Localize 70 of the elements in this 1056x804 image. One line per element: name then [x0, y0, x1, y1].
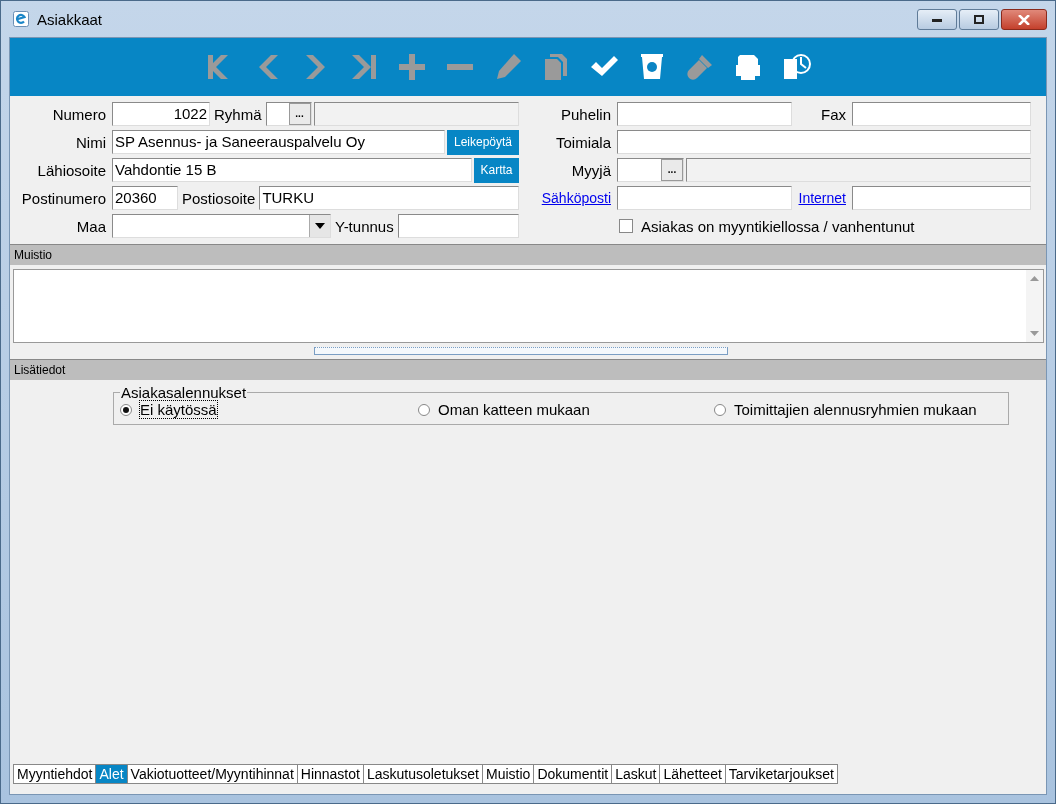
- radio-button[interactable]: [714, 403, 726, 416]
- tab[interactable]: Lähetteet: [660, 764, 726, 784]
- checkbox-label: Asiakas on myyntikiellossa / vanhentunut: [641, 217, 915, 235]
- readonly-field[interactable]: [313, 102, 519, 126]
- checkbox[interactable]: [619, 219, 633, 233]
- readonly-field[interactable]: [686, 158, 1031, 182]
- tab[interactable]: Hinnastot: [297, 764, 364, 784]
- field-label: Nimi: [75, 133, 107, 151]
- maximize-icon: [974, 15, 984, 24]
- radio-button[interactable]: [120, 403, 132, 416]
- section-header: Lisätiedot: [10, 359, 1046, 380]
- tab[interactable]: Vakiotuotteet/Myyntihinnat: [127, 764, 298, 784]
- maximize-button[interactable]: [959, 9, 999, 30]
- dropdown-field[interactable]: [112, 214, 331, 238]
- field-label: Postinumero: [20, 189, 107, 207]
- tab[interactable]: Laskut: [612, 764, 661, 784]
- minimize-icon: [932, 17, 942, 22]
- tab[interactable]: Laskutusoletukset: [363, 764, 483, 784]
- minus-icon: [447, 64, 473, 70]
- input-field[interactable]: Vahdontie 15 B: [112, 158, 472, 182]
- close-button[interactable]: [1001, 9, 1047, 30]
- input-field[interactable]: ...: [265, 102, 312, 126]
- field-label: Lähiosoite: [36, 161, 107, 179]
- section-header: Muistio: [10, 244, 1046, 265]
- radio-label: Oman katteen mukaan: [438, 401, 590, 418]
- input-field[interactable]: 1022: [112, 102, 210, 126]
- input-field[interactable]: 20360: [112, 186, 178, 210]
- field-label: Myyjä: [570, 161, 612, 179]
- input-field[interactable]: ...: [617, 158, 684, 182]
- scrollbar[interactable]: [1026, 270, 1043, 342]
- website-link[interactable]: Internet: [794, 190, 850, 206]
- group-title: Asiakasalennukset: [120, 384, 248, 401]
- app-icon: [13, 11, 29, 27]
- browse-button[interactable]: ...: [288, 103, 311, 125]
- field-label: Puhelin: [559, 105, 612, 123]
- clipboard-button[interactable]: Leikepöytä: [447, 129, 519, 155]
- scroll-up-icon[interactable]: [1030, 276, 1039, 282]
- radio-button[interactable]: [418, 403, 430, 416]
- memo-field[interactable]: [13, 269, 1044, 343]
- map-button[interactable]: Kartta: [474, 157, 519, 183]
- field-label: Y-tunnus: [334, 217, 395, 235]
- tab[interactable]: Tarviketarjoukset: [725, 764, 838, 784]
- tab[interactable]: Alet: [96, 764, 128, 784]
- tab[interactable]: Dokumentit: [534, 764, 613, 784]
- input-field[interactable]: [617, 102, 792, 126]
- input-field[interactable]: TURKU: [259, 186, 519, 210]
- tab[interactable]: Myyntiehdot: [13, 764, 97, 784]
- field-label: Toimiala: [554, 133, 612, 151]
- input-field[interactable]: [617, 186, 792, 210]
- field-label: Postiosoite: [181, 189, 257, 207]
- window-title: Asiakkaat: [37, 10, 103, 28]
- email-link[interactable]: Sähköposti: [533, 190, 615, 206]
- input-field[interactable]: [617, 130, 1031, 154]
- plus-icon: [396, 51, 428, 83]
- tab[interactable]: Muistio: [483, 764, 535, 784]
- browse-button[interactable]: ...: [661, 159, 683, 181]
- field-label: Maa: [75, 217, 107, 235]
- radio-label: Ei käytössä: [140, 401, 217, 418]
- close-icon: [1018, 14, 1030, 25]
- splitter-handle[interactable]: [314, 347, 728, 355]
- field-label: Numero: [51, 105, 107, 123]
- scroll-down-icon[interactable]: [1030, 330, 1039, 336]
- field-label: Ryhmä: [213, 105, 263, 123]
- input-field[interactable]: [852, 102, 1031, 126]
- field-label: Fax: [820, 105, 847, 123]
- radio-label: Toimittajien alennusryhmien mukaan: [734, 401, 977, 418]
- input-field[interactable]: [852, 186, 1031, 210]
- input-field[interactable]: SP Asennus- ja Saneerauspalvelu Oy: [112, 130, 445, 154]
- input-field[interactable]: [397, 214, 519, 238]
- minimize-button[interactable]: [917, 9, 957, 30]
